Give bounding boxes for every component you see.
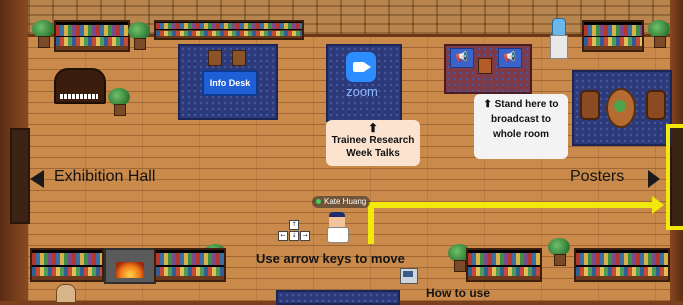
megaphone-icon: 📢 xyxy=(450,48,474,68)
key-down: ↓ xyxy=(289,231,299,241)
chair xyxy=(232,50,246,66)
zoom-label: zoom xyxy=(346,84,378,99)
broadcast-sign-line3: whole room xyxy=(492,129,550,140)
megaphone-icon: 📢 xyxy=(498,48,522,68)
player-nametag: Kate Huang xyxy=(312,196,371,208)
broadcast-sign[interactable]: ⬆ Stand here to broadcast to whole room xyxy=(474,94,568,159)
path-horizontal xyxy=(368,202,654,208)
bookshelf-top-right xyxy=(582,20,644,52)
bookshelf-bottom-center xyxy=(466,248,542,282)
bookshelf-bottom-left xyxy=(30,248,104,282)
posters-label: Posters xyxy=(570,168,625,185)
up-arrow-icon: ⬆ xyxy=(483,99,492,110)
piano[interactable] xyxy=(54,68,106,104)
right-arrow-icon xyxy=(648,170,660,188)
fireplace xyxy=(104,248,156,284)
chair xyxy=(208,50,222,66)
key-up: ↑ xyxy=(289,220,299,230)
path-frame-top xyxy=(666,124,683,128)
plant-bottom-right xyxy=(548,238,570,266)
how-to-use-label: How to use xyxy=(426,286,491,300)
plant-top-mid xyxy=(128,22,150,50)
bookshelf-top-center xyxy=(154,20,304,40)
round-table xyxy=(606,88,636,128)
plant-near-piano xyxy=(108,88,130,116)
path-vertical xyxy=(368,202,374,244)
exhibition-hall-label: Exhibition Hall xyxy=(54,168,156,185)
key-left: ← xyxy=(278,231,288,241)
path-frame-bottom xyxy=(666,226,683,230)
armchair xyxy=(646,90,666,120)
key-right: → xyxy=(300,231,310,241)
broadcast-sign-line2: broadcast to xyxy=(490,114,551,125)
computer[interactable] xyxy=(400,268,418,284)
up-arrow-icon: ⬆ xyxy=(367,121,379,135)
zoom-camera-icon[interactable] xyxy=(346,52,376,82)
broadcast-sign-line1: ⬆ Stand here to xyxy=(483,99,559,110)
armchair xyxy=(580,90,600,120)
player-name: Kate Huang xyxy=(324,197,367,206)
player-avatar[interactable] xyxy=(324,212,350,243)
status-online-icon xyxy=(316,199,321,204)
trainee-talks-sign[interactable]: ⬆ Trainee Research Week Talks xyxy=(326,120,420,166)
plant-top-right xyxy=(648,20,670,48)
trainee-sign-line1: Trainee Research xyxy=(331,135,415,146)
arrow-keys-graphic: ↑ ← ↓ → xyxy=(278,220,310,242)
info-desk-sign[interactable]: Info Desk xyxy=(202,70,258,96)
podium xyxy=(478,58,492,74)
bookshelf-bottom-mid xyxy=(154,248,226,282)
trainee-sign-line2: Week Talks xyxy=(346,148,400,159)
water-cooler[interactable] xyxy=(550,18,568,59)
bottom-rug xyxy=(276,290,400,305)
bookshelf-bottom-right xyxy=(574,248,670,282)
left-arrow-icon xyxy=(30,170,44,188)
pet-character xyxy=(56,284,76,303)
path-arrow-icon xyxy=(652,196,664,214)
move-hint-label: Use arrow keys to move xyxy=(256,251,405,266)
bookshelf-top-left xyxy=(54,20,130,52)
left-door[interactable] xyxy=(10,128,30,224)
plant-top-left xyxy=(32,20,54,48)
path-frame-left xyxy=(666,124,670,230)
